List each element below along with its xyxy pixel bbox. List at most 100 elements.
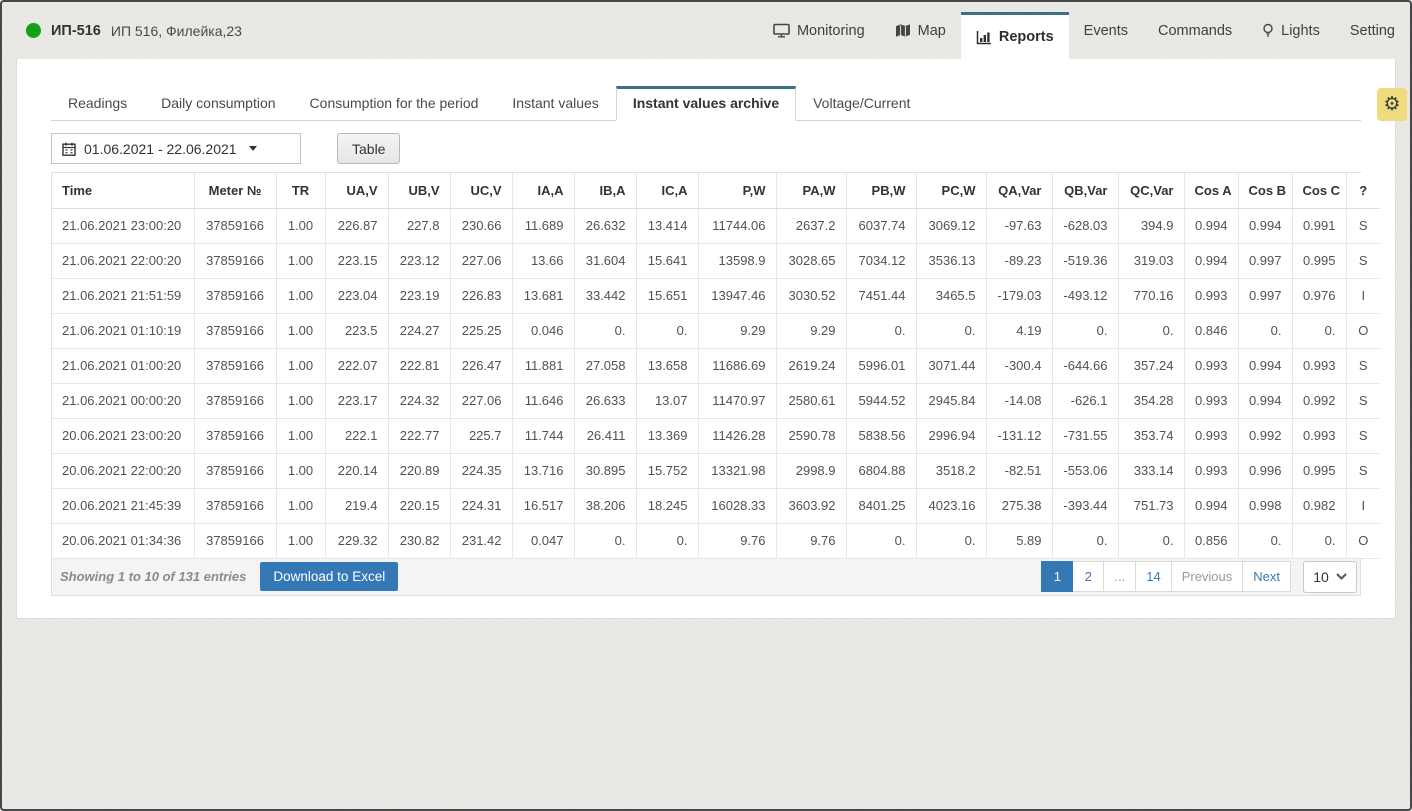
column-header: P,W bbox=[698, 173, 776, 208]
table-cell: O bbox=[1346, 313, 1380, 348]
download-excel-button[interactable]: Download to Excel bbox=[260, 562, 398, 591]
table-cell: 0.976 bbox=[1292, 278, 1346, 313]
table-cell: 2637.2 bbox=[776, 208, 846, 243]
page-button-2[interactable]: 2 bbox=[1072, 561, 1104, 592]
table-row: 21.06.2021 01:10:19378591661.00223.5224.… bbox=[52, 313, 1380, 348]
table-cell: 13.66 bbox=[512, 243, 574, 278]
table-cell: -97.63 bbox=[986, 208, 1052, 243]
table-cell: 0. bbox=[916, 313, 986, 348]
tab-voltage-current[interactable]: Voltage/Current bbox=[796, 86, 927, 121]
chevron-down-icon bbox=[1336, 573, 1347, 580]
table-cell: 223.17 bbox=[325, 383, 388, 418]
table-cell: 0.046 bbox=[512, 313, 574, 348]
table-cell: 333.14 bbox=[1118, 453, 1184, 488]
table-cell: 226.83 bbox=[450, 278, 512, 313]
tab-instant-values-archive[interactable]: Instant values archive bbox=[616, 86, 796, 121]
tab-instant-values[interactable]: Instant values bbox=[495, 86, 615, 121]
bar-chart-icon bbox=[976, 30, 992, 45]
data-table-wrap: TimeMeter №TRUA,VUB,VUC,VIA,AIB,AIC,AP,W… bbox=[51, 172, 1361, 559]
nav-item-events[interactable]: Events bbox=[1069, 2, 1143, 59]
table-cell: 6804.88 bbox=[846, 453, 916, 488]
table-cell: 5838.56 bbox=[846, 418, 916, 453]
table-cell: 11426.28 bbox=[698, 418, 776, 453]
table-cell: 229.32 bbox=[325, 523, 388, 558]
settings-gear-button[interactable]: ⚙ bbox=[1377, 88, 1407, 121]
table-cell: 13.414 bbox=[636, 208, 698, 243]
table-cell: 3465.5 bbox=[916, 278, 986, 313]
table-cell: 37859166 bbox=[194, 243, 276, 278]
table-cell: 751.73 bbox=[1118, 488, 1184, 523]
tab-daily-consumption[interactable]: Daily consumption bbox=[144, 86, 292, 121]
header-row: TimeMeter №TRUA,VUB,VUC,VIA,AIB,AIC,AP,W… bbox=[52, 173, 1380, 208]
page-size-select[interactable]: 10 bbox=[1303, 561, 1357, 593]
table-cell: 1.00 bbox=[276, 348, 325, 383]
table-cell: S bbox=[1346, 348, 1380, 383]
table-cell: 0.993 bbox=[1292, 418, 1346, 453]
table-cell: 1.00 bbox=[276, 383, 325, 418]
table-cell: 13947.46 bbox=[698, 278, 776, 313]
next-page-button[interactable]: Next bbox=[1242, 561, 1291, 592]
table-cell: 0. bbox=[1118, 313, 1184, 348]
table-view-button[interactable]: Table bbox=[337, 133, 400, 164]
table-cell: 9.29 bbox=[776, 313, 846, 348]
table-cell: 37859166 bbox=[194, 208, 276, 243]
date-range-picker[interactable]: 01.06.2021 - 22.06.2021 bbox=[51, 133, 301, 164]
tab-consumption-period[interactable]: Consumption for the period bbox=[293, 86, 496, 121]
nav-item-commands[interactable]: Commands bbox=[1143, 2, 1247, 59]
table-cell: -82.51 bbox=[986, 453, 1052, 488]
table-cell: 13321.98 bbox=[698, 453, 776, 488]
table-cell: 16028.33 bbox=[698, 488, 776, 523]
table-cell: 275.38 bbox=[986, 488, 1052, 523]
table-cell: 223.12 bbox=[388, 243, 450, 278]
table-cell: 0.994 bbox=[1184, 488, 1238, 523]
table-cell: 11.689 bbox=[512, 208, 574, 243]
content-card: Readings Daily consumption Consumption f… bbox=[16, 59, 1396, 619]
table-cell: 220.89 bbox=[388, 453, 450, 488]
table-cell: 13598.9 bbox=[698, 243, 776, 278]
page-button-14[interactable]: 14 bbox=[1135, 561, 1171, 592]
previous-page-button[interactable]: Previous bbox=[1171, 561, 1244, 592]
table-row: 20.06.2021 22:00:20378591661.00220.14220… bbox=[52, 453, 1380, 488]
table-cell: 3603.92 bbox=[776, 488, 846, 523]
table-cell: 1.00 bbox=[276, 208, 325, 243]
table-row: 21.06.2021 21:51:59378591661.00223.04223… bbox=[52, 278, 1380, 313]
table-row: 21.06.2021 22:00:20378591661.00223.15223… bbox=[52, 243, 1380, 278]
table-cell: 224.35 bbox=[450, 453, 512, 488]
nav-label: Map bbox=[918, 23, 946, 39]
table-cell: I bbox=[1346, 278, 1380, 313]
table-cell: 16.517 bbox=[512, 488, 574, 523]
table-cell: S bbox=[1346, 453, 1380, 488]
table-cell: 33.442 bbox=[574, 278, 636, 313]
table-cell: 0. bbox=[1292, 523, 1346, 558]
table-cell: 0. bbox=[1118, 523, 1184, 558]
table-cell: 4023.16 bbox=[916, 488, 986, 523]
table-cell: 13.369 bbox=[636, 418, 698, 453]
table-cell: 222.07 bbox=[325, 348, 388, 383]
nav-item-map[interactable]: Map bbox=[880, 2, 961, 59]
nav-item-monitoring[interactable]: Monitoring bbox=[758, 2, 880, 59]
tab-readings[interactable]: Readings bbox=[51, 86, 144, 121]
table-cell: 227.06 bbox=[450, 243, 512, 278]
table-cell: 220.14 bbox=[325, 453, 388, 488]
table-cell: 227.06 bbox=[450, 383, 512, 418]
table-cell: 394.9 bbox=[1118, 208, 1184, 243]
table-cell: 27.058 bbox=[574, 348, 636, 383]
table-cell: 15.641 bbox=[636, 243, 698, 278]
page-size-value: 10 bbox=[1313, 569, 1329, 585]
nav-item-reports[interactable]: Reports bbox=[961, 12, 1069, 59]
table-cell: 223.04 bbox=[325, 278, 388, 313]
table-cell: 770.16 bbox=[1118, 278, 1184, 313]
nav-item-lights[interactable]: Lights bbox=[1247, 2, 1335, 59]
table-cell: 223.5 bbox=[325, 313, 388, 348]
table-cell: 21.06.2021 00:00:20 bbox=[52, 383, 194, 418]
table-cell: 0.994 bbox=[1238, 348, 1292, 383]
table-cell: 1.00 bbox=[276, 278, 325, 313]
table-cell: 31.604 bbox=[574, 243, 636, 278]
table-cell: S bbox=[1346, 243, 1380, 278]
page-button-1[interactable]: 1 bbox=[1041, 561, 1073, 592]
table-cell: 0.991 bbox=[1292, 208, 1346, 243]
table-cell: 37859166 bbox=[194, 418, 276, 453]
nav-item-setting[interactable]: Setting bbox=[1335, 2, 1410, 59]
nav-label: Events bbox=[1084, 23, 1128, 39]
column-header: IC,A bbox=[636, 173, 698, 208]
